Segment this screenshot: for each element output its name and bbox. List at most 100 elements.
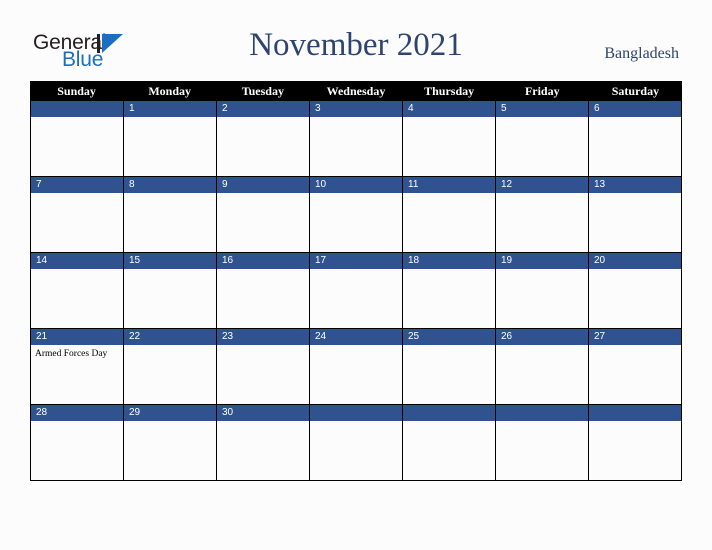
day-cell[interactable]: 6 [589,101,682,177]
day-cell[interactable]: 5 [496,101,589,177]
weekday-header-saturday: Saturday [611,84,660,98]
day-cell[interactable]: 7 [31,177,124,253]
day-number-band [496,405,588,421]
day-number-band: 18 [403,253,495,269]
day-cell[interactable]: 29 [124,405,217,481]
day-cell[interactable]: 25 [403,329,496,405]
day-number-band [403,405,495,421]
calendar-page: General Blue November 2021 Bangladesh Su… [0,0,712,550]
day-number-band: 14 [31,253,123,269]
day-cell[interactable]: 12 [496,177,589,253]
day-cell[interactable]: 27 [589,329,682,405]
day-number: 2 [222,103,228,114]
day-cell[interactable]: 11 [403,177,496,253]
day-number-band: 21 [31,329,123,345]
day-body [403,117,495,176]
day-number: 30 [222,407,234,418]
day-cell[interactable]: 4 [403,101,496,177]
day-cell[interactable] [589,405,682,481]
day-cell[interactable]: 17 [310,253,403,329]
day-number: 10 [315,179,327,190]
day-body [589,345,681,404]
day-number-band: 20 [589,253,681,269]
day-number-band [589,405,681,421]
day-cell[interactable]: 8 [124,177,217,253]
day-body [124,117,216,176]
day-number-band: 5 [496,101,588,117]
day-cell[interactable]: 1 [124,101,217,177]
day-number: 25 [408,331,420,342]
day-number: 14 [36,255,48,266]
day-cell[interactable]: 2 [217,101,310,177]
day-body [589,269,681,328]
day-number-band: 26 [496,329,588,345]
day-cell[interactable] [403,405,496,481]
day-cell[interactable]: 30 [217,405,310,481]
day-body [496,269,588,328]
day-number-band: 12 [496,177,588,193]
day-number: 4 [408,103,414,114]
day-number: 24 [315,331,327,342]
day-body [496,345,588,404]
day-number-band: 19 [496,253,588,269]
day-number-band: 6 [589,101,681,117]
day-number: 11 [408,179,419,190]
day-cell[interactable] [310,405,403,481]
weekday-header-tuesday: Tuesday [241,84,284,98]
day-cell[interactable]: 24 [310,329,403,405]
day-body [31,193,123,252]
day-number-band: 8 [124,177,216,193]
day-cell[interactable]: 21 Armed Forces Day [31,329,124,405]
day-cell[interactable]: 23 [217,329,310,405]
day-number: 17 [315,255,327,266]
calendar-grid: Sunday Monday Tuesday Wednesday Thursday… [30,81,682,481]
day-cell[interactable] [31,101,124,177]
day-cell[interactable]: 10 [310,177,403,253]
week-row: 14 15 16 17 18 19 20 [30,253,682,329]
week-row: 28 29 30 [30,405,682,481]
day-number-band: 30 [217,405,309,421]
day-number-band: 3 [310,101,402,117]
day-number-band: 28 [31,405,123,421]
day-number-band: 22 [124,329,216,345]
day-number-band: 29 [124,405,216,421]
day-cell[interactable]: 16 [217,253,310,329]
day-body [217,117,309,176]
week-row: 1 2 3 4 5 6 [30,101,682,177]
day-cell[interactable]: 28 [31,405,124,481]
day-number: 21 [36,331,48,342]
day-cell[interactable]: 13 [589,177,682,253]
day-number: 7 [36,179,42,190]
day-cell[interactable]: 20 [589,253,682,329]
day-body [217,345,309,404]
day-number-band: 23 [217,329,309,345]
day-cell[interactable] [496,405,589,481]
day-body [403,269,495,328]
day-number-band: 25 [403,329,495,345]
day-cell[interactable]: 9 [217,177,310,253]
day-cell[interactable]: 18 [403,253,496,329]
day-body [310,269,402,328]
day-body [589,421,681,480]
day-cell[interactable]: 14 [31,253,124,329]
day-cell[interactable]: 26 [496,329,589,405]
day-body [124,345,216,404]
day-number-band: 13 [589,177,681,193]
day-cell[interactable]: 15 [124,253,217,329]
day-number-band: 27 [589,329,681,345]
day-body [31,421,123,480]
day-number-band: 1 [124,101,216,117]
weekday-header-sunday: Sunday [57,84,96,98]
day-body [31,117,123,176]
day-number: 12 [501,179,513,190]
day-number: 27 [594,331,606,342]
day-number-band: 7 [31,177,123,193]
day-number: 28 [36,407,48,418]
day-cell[interactable]: 19 [496,253,589,329]
day-number-band: 17 [310,253,402,269]
day-number: 20 [594,255,606,266]
weekday-header-row: Sunday Monday Tuesday Wednesday Thursday… [30,81,682,101]
day-cell[interactable]: 22 [124,329,217,405]
day-cell[interactable]: 3 [310,101,403,177]
day-number: 1 [129,103,135,114]
